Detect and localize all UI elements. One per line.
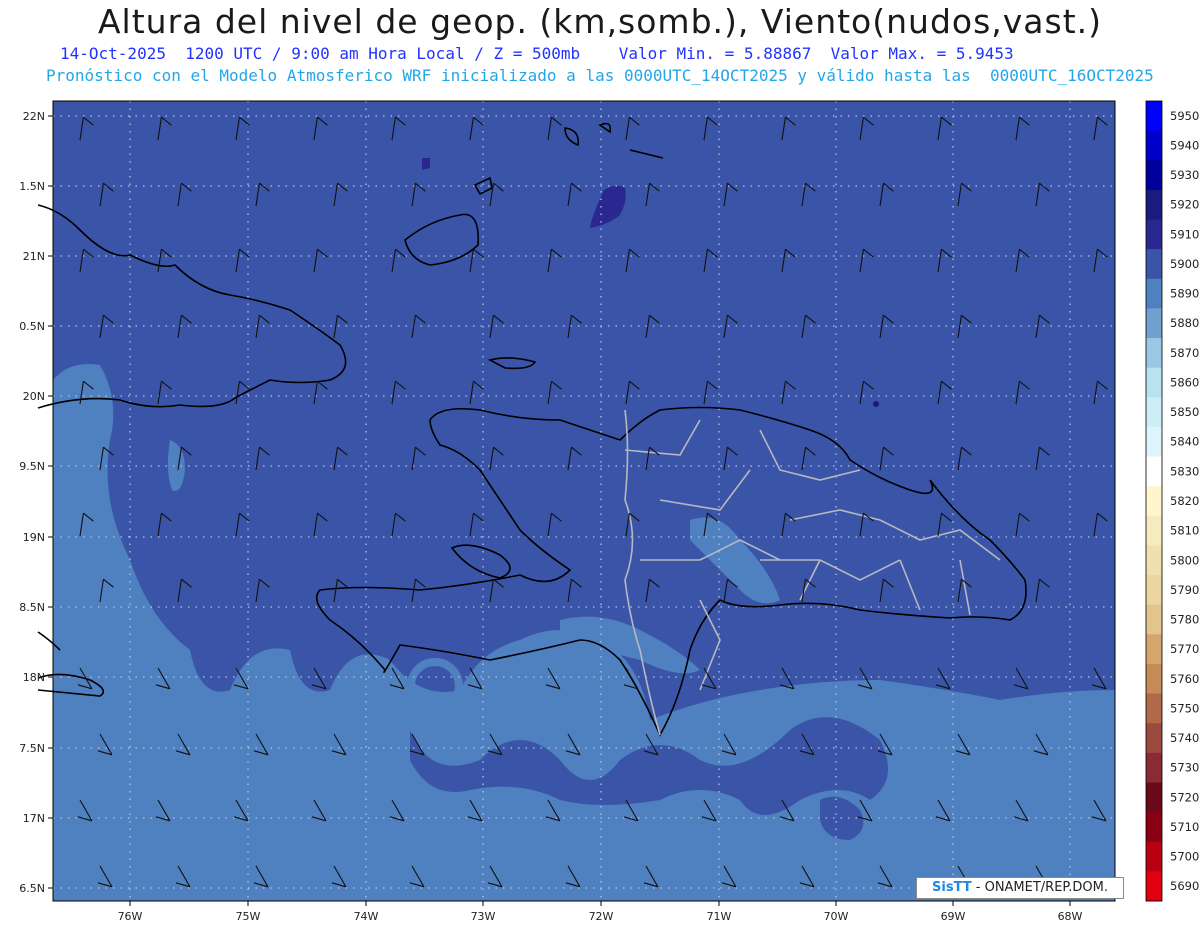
colorbar-swatch (1146, 308, 1162, 339)
credit-box: SisTT - ONAMET/REP.DOM. (916, 877, 1124, 899)
colorbar-label: 5770 (1170, 642, 1199, 656)
colorbar-swatch (1146, 752, 1162, 783)
colorbar-swatch (1146, 545, 1162, 576)
colorbar-label: 5930 (1170, 168, 1199, 182)
colorbar-swatch (1146, 486, 1162, 517)
colorbar-swatch (1146, 130, 1162, 161)
colorbar-label: 5760 (1170, 672, 1199, 686)
colorbar-label: 5850 (1170, 405, 1199, 419)
colorbar-swatch (1146, 871, 1162, 902)
colorbar-swatch (1146, 426, 1162, 458)
colorbar-label: 5700 (1170, 850, 1199, 864)
colorbar-swatch (1146, 693, 1162, 724)
credit-text: - ONAMET/REP.DOM. (971, 880, 1108, 895)
forecast-map: 22N 1.5N 21N 0.5N 20N 9.5N 19N 8.5N 18N 7.5N 17N 6.… (19, 100, 1199, 923)
lat-label: 18N (23, 671, 45, 684)
lon-label: 76W (118, 910, 143, 923)
colorbar-label: 5900 (1170, 257, 1199, 271)
colorbar-swatch (1146, 397, 1162, 428)
colorbar-label: 5870 (1170, 346, 1199, 360)
colorbar-label: 5750 (1170, 701, 1199, 715)
colorbar-swatch (1146, 278, 1162, 309)
colorbar-label: 5780 (1170, 613, 1199, 627)
colorbar-swatch (1146, 575, 1162, 606)
lon-label: 69W (941, 910, 966, 923)
colorbar-swatch (1146, 723, 1162, 754)
colorbar-swatch (1146, 782, 1162, 813)
lon-label: 75W (236, 910, 261, 923)
colorbar-label: 5800 (1170, 553, 1199, 567)
colorbar-swatch (1146, 604, 1162, 635)
colorbar-label: 5920 (1170, 198, 1199, 212)
colorbar-label: 5880 (1170, 316, 1199, 330)
colorbar-label: 5890 (1170, 287, 1199, 301)
colorbar-label: 5710 (1170, 820, 1199, 834)
lat-label: 6.5N (19, 882, 45, 895)
longitude-labels: 76W 75W 74W 73W 72W 71W 70W 69W 68W (118, 901, 1083, 923)
sispi-logo: SisTT (932, 880, 972, 895)
lat-label: 17N (23, 812, 45, 825)
lon-label: 70W (824, 910, 849, 923)
colorbar-label: 5690 (1170, 879, 1199, 893)
lat-label: 0.5N (19, 320, 45, 333)
colorbar-label: 5910 (1170, 227, 1199, 241)
colorbar-swatch (1146, 189, 1162, 221)
colorbar-swatch (1146, 338, 1162, 369)
colorbar-swatch (1146, 160, 1162, 191)
colorbar-swatch (1146, 812, 1162, 843)
colorbar-label: 5790 (1170, 583, 1199, 597)
lat-label: 20N (23, 390, 45, 403)
lon-label: 72W (589, 910, 614, 923)
colorbar-label: 5730 (1170, 761, 1199, 775)
lat-label: 9.5N (19, 460, 45, 473)
max-height-point (873, 401, 879, 407)
lon-label: 74W (354, 910, 379, 923)
lat-label: 8.5N (19, 601, 45, 614)
colorbar-swatch (1146, 663, 1162, 695)
colorbar-label: 5940 (1170, 138, 1199, 152)
lon-label: 68W (1058, 910, 1083, 923)
colorbar-label: 5820 (1170, 494, 1199, 508)
lat-label: 19N (23, 531, 45, 544)
lat-label: 21N (23, 250, 45, 263)
colorbar-swatch (1146, 249, 1162, 280)
colorbar-swatch (1146, 515, 1162, 546)
lon-label: 71W (707, 910, 732, 923)
colorbar-swatch (1146, 841, 1162, 872)
lat-label: 7.5N (19, 742, 45, 755)
latitude-labels: 22N 1.5N 21N 0.5N 20N 9.5N 19N 8.5N 18N 7.5N 17N 6.… (19, 110, 53, 895)
colorbar-swatch (1146, 367, 1162, 398)
colorbar: 5950 5940 5930 5920 5910 5900 5890 5880 5870 5860… (1145, 100, 1199, 902)
colorbar-swatch (1146, 101, 1162, 132)
lon-label: 73W (471, 910, 496, 923)
colorbar-swatch (1146, 219, 1162, 250)
colorbar-label: 5860 (1170, 375, 1199, 389)
colorbar-swatch (1146, 456, 1162, 487)
lat-label: 22N (23, 110, 45, 123)
colorbar-label: 5810 (1170, 524, 1199, 538)
lat-label: 1.5N (19, 180, 45, 193)
colorbar-label: 5830 (1170, 464, 1199, 478)
colorbar-label: 5840 (1170, 435, 1199, 449)
colorbar-label: 5950 (1170, 109, 1199, 123)
colorbar-label: 5740 (1170, 731, 1199, 745)
colorbar-swatch (1146, 634, 1162, 665)
colorbar-label: 5720 (1170, 790, 1199, 804)
max-height-patch-small (422, 158, 430, 170)
